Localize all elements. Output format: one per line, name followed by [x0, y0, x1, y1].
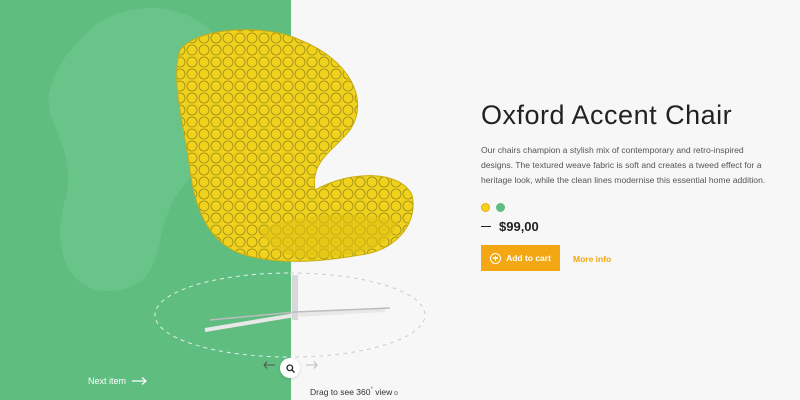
- drag-hint: Drag to see 360° view: [310, 387, 399, 397]
- product-image-chair[interactable]: [150, 20, 440, 350]
- add-to-cart-label: Add to cart: [506, 253, 551, 263]
- color-swatches: [481, 203, 505, 212]
- color-swatch-green[interactable]: [496, 203, 505, 212]
- next-item-link[interactable]: Next item: [88, 376, 148, 386]
- rotate-right-arrow-icon[interactable]: [306, 361, 318, 369]
- search-icon: [285, 363, 295, 373]
- product-description: Our chairs champion a stylish mix of con…: [481, 145, 766, 185]
- price-dash: [481, 225, 491, 228]
- add-to-cart-button[interactable]: Add to cart: [481, 245, 560, 271]
- rotate-left-arrow-icon[interactable]: [263, 361, 275, 369]
- next-item-label: Next item: [88, 376, 127, 386]
- plus-circle-icon: [490, 252, 502, 264]
- color-swatch-yellow[interactable]: [481, 203, 490, 212]
- drag-hint-suffix: view: [372, 387, 393, 397]
- more-info-link[interactable]: More info: [573, 254, 611, 264]
- zoom-button[interactable]: [280, 358, 300, 378]
- product-price: $99,00: [499, 219, 539, 234]
- price-row: $99,00: [481, 219, 539, 234]
- info-dot-icon: [394, 390, 399, 395]
- arrow-right-icon: [132, 377, 147, 385]
- product-title: Oxford Accent Chair: [481, 100, 733, 130]
- drag-hint-text: Drag to see 360: [310, 387, 371, 397]
